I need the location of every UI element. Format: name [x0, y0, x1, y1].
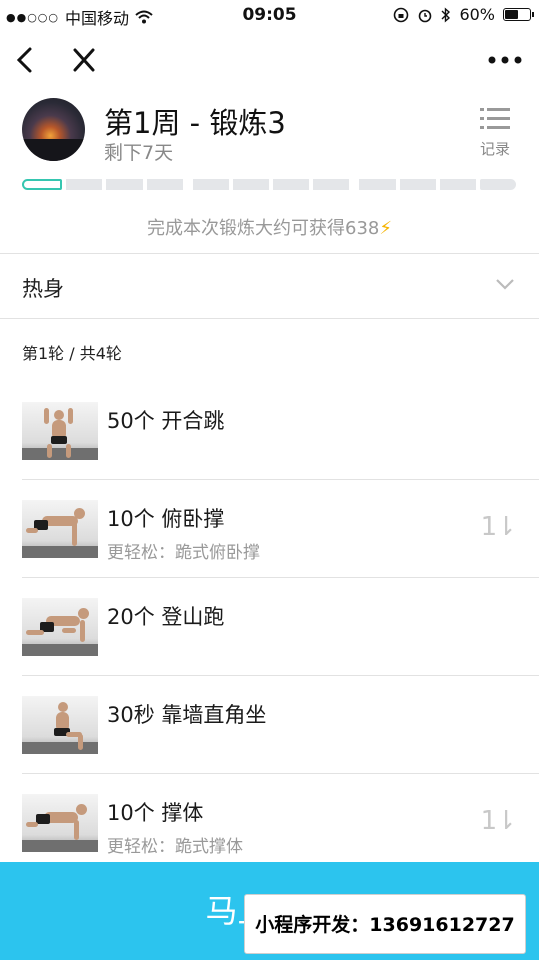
exercise-item[interactable]: 10个 撑体 更轻松：跪式撑体 1⇂ [0, 774, 539, 872]
exercise-name: 10个 俯卧撑 [107, 507, 225, 531]
easier-variation: 更轻松：跪式撑体 [107, 837, 243, 857]
status-right: 60% [393, 5, 534, 24]
battery-fill [505, 10, 519, 19]
exercise-name: 30秒 靠墙直角坐 [107, 703, 267, 727]
progress-segment [146, 178, 183, 190]
exercise-name: 20个 登山跑 [107, 605, 225, 629]
battery-icon [503, 8, 534, 21]
progress-segment [439, 178, 476, 190]
reward-label: 完成本次锻炼大约可获得638 [147, 218, 380, 239]
nav-bar [0, 35, 539, 85]
status-bar: ●●○○○ 中国移动 09:05 60% [0, 0, 539, 30]
exercise-item[interactable]: 20个 登山跑 [0, 578, 539, 676]
progress-segment [479, 178, 517, 190]
exercise-thumbnail [22, 696, 98, 754]
reward-text: 完成本次锻炼大约可获得638⚡ [0, 214, 539, 240]
exercise-item[interactable]: 10个 俯卧撑 更轻松：跪式俯卧撑 1⇂ [0, 480, 539, 578]
progress-segment [399, 178, 436, 190]
avatar[interactable] [22, 98, 85, 161]
chevron-left-icon[interactable] [12, 45, 38, 75]
record-button[interactable]: 记录 [475, 106, 515, 158]
exercise-name: 10个 撑体 [107, 801, 204, 825]
progress-segment [232, 178, 270, 190]
record-label: 记录 [479, 140, 510, 158]
swap-icon[interactable]: 1⇂ [481, 806, 517, 836]
section-label: 热身 [22, 277, 64, 301]
progress-segment [273, 178, 310, 190]
lightning-icon: ⚡ [379, 218, 392, 239]
warmup-section[interactable]: 热身 [0, 255, 539, 318]
easier-variation: 更轻松：跪式俯卧撑 [107, 543, 260, 563]
exercise-thumbnail [22, 794, 98, 852]
more-dots-icon[interactable] [485, 47, 525, 73]
battery-percent: 60% [459, 5, 495, 24]
workout-title: 第1周 - 锻炼3 [104, 106, 286, 140]
week-progress-bar [22, 178, 517, 190]
exercise-thumbnail [22, 500, 98, 558]
orientation-lock-icon [394, 7, 409, 22]
divider [0, 318, 539, 319]
divider [0, 253, 539, 254]
exercise-name: 50个 开合跳 [107, 409, 225, 433]
progress-segment [192, 178, 229, 190]
progress-segment [106, 178, 143, 190]
exercise-item[interactable]: 30秒 靠墙直角坐 [0, 676, 539, 774]
progress-segment [313, 178, 350, 190]
list-icon [480, 108, 510, 129]
chevron-down-icon [496, 279, 514, 290]
exercise-thumbnail [22, 402, 98, 460]
close-icon[interactable] [70, 45, 98, 75]
round-label: 第1轮 / 共4轮 [22, 344, 122, 363]
exercise-thumbnail [22, 598, 98, 656]
progress-segment [22, 178, 63, 190]
progress-segment [66, 178, 103, 190]
watermark-overlay: 小程序开发：13691612727 [244, 894, 526, 954]
exercise-item[interactable]: 50个 开合跳 [0, 382, 539, 480]
progress-segment [359, 178, 396, 190]
workout-header: 第1周 - 锻炼3 剩下7天 记录 [0, 98, 539, 168]
swap-icon[interactable]: 1⇂ [481, 512, 517, 542]
bluetooth-icon [441, 6, 451, 23]
alarm-icon [419, 9, 432, 22]
remaining-days: 剩下7天 [104, 142, 174, 164]
